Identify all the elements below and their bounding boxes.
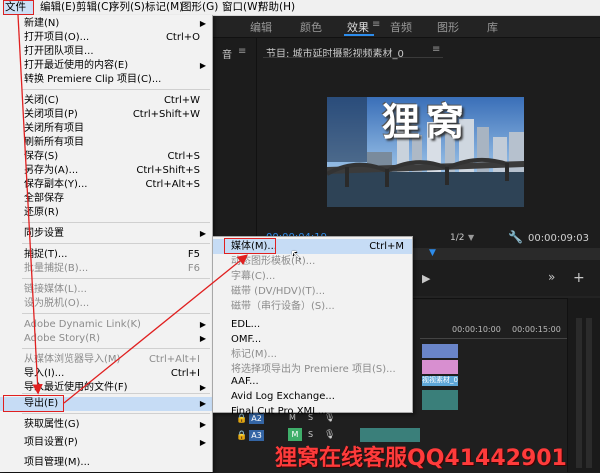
mouse-cursor-icon: ↖ (290, 247, 302, 263)
annotation-arrows (17, 14, 249, 404)
watermark-text: 狸窝在线客服QQ41442901 (275, 446, 567, 471)
